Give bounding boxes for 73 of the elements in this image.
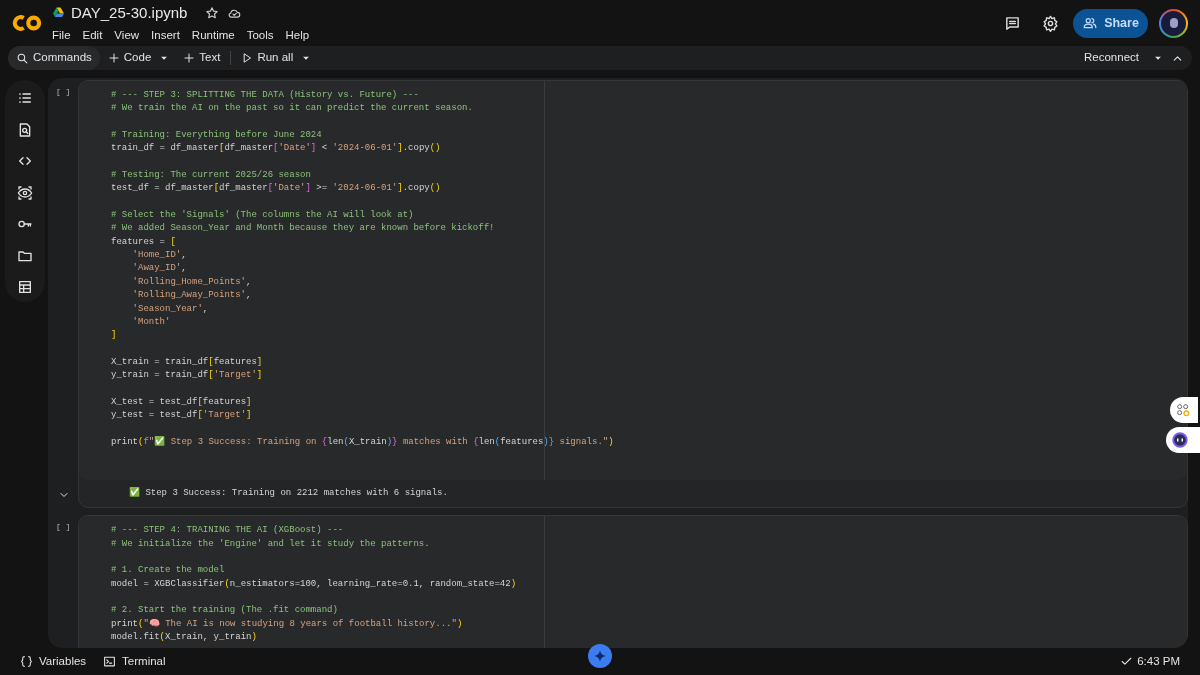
code-line: 'Away_ID',: [131, 262, 187, 276]
settings-icon[interactable]: [1042, 14, 1059, 32]
code-line: # 1. Create the model: [111, 564, 225, 578]
code-line: X_train = train_df[features]: [111, 355, 263, 369]
table-icon[interactable]: [17, 279, 33, 295]
braces-icon: [20, 655, 33, 668]
code-line: # Testing: The current 2025/26 season: [111, 169, 311, 183]
code-line: # 2. Start the training (The .fit command): [111, 604, 338, 618]
code-line: model.fit(X_train, y_train): [111, 631, 257, 645]
assistant-button[interactable]: [1166, 427, 1200, 453]
menu-item[interactable]: Tools: [246, 27, 274, 45]
add-text-button[interactable]: Text: [177, 46, 227, 70]
code-line: # We train the AI on the past so it can predict the current season.: [111, 102, 473, 116]
code-line: 'Month': [131, 315, 171, 329]
avatar[interactable]: [1159, 8, 1188, 38]
terminal-icon: [103, 655, 117, 668]
menu-item[interactable]: Help: [285, 27, 310, 45]
code-line: 'Rolling_Home_Points',: [131, 275, 252, 289]
code-line: 'Season_Year',: [131, 302, 209, 316]
run-indicator[interactable]: [ ]: [48, 515, 78, 534]
plus-icon: [183, 52, 196, 64]
code-line: y_train = train_df['Target']: [111, 369, 263, 383]
code-line: print("🧠 The AI is now studying 8 years of football history..."): [111, 617, 463, 631]
check-icon: [1120, 655, 1134, 668]
share-button[interactable]: Share: [1073, 8, 1148, 38]
code-line: # We initialize the 'Engine' and let it study the patterns.: [111, 537, 430, 551]
menu-item[interactable]: Insert: [151, 27, 180, 45]
plus-icon: [107, 52, 120, 64]
run-indicator[interactable]: [ ]: [48, 80, 78, 98]
code-line: y_test = test_df['Target']: [111, 409, 252, 423]
code-line: 'Rolling_Away_Points',: [131, 289, 252, 303]
comment-icon[interactable]: [1004, 14, 1021, 32]
code-line: X_test = test_df[features]: [111, 395, 252, 409]
drive-icon: [52, 6, 65, 19]
run-all-button[interactable]: Run all: [235, 46, 300, 70]
code-line: 'Home_ID',: [131, 249, 187, 263]
code-line: model = XGBClassifier(n_estimators=100, learning_rate=0.1, random_state=42): [111, 577, 517, 591]
apps-icon: [1175, 402, 1191, 418]
people-icon: [1082, 16, 1099, 30]
table-of-contents-icon[interactable]: [17, 90, 33, 106]
status-time: 6:43 PM: [1137, 653, 1180, 669]
code-line: train_df = df_master[df_master['Date'] < '2024-06-01'].copy(): [111, 142, 441, 156]
menu-item[interactable]: File: [52, 27, 71, 45]
code-line: ]: [111, 329, 117, 343]
code-line: test_df = df_master[df_master['Date'] >= '2024-06-01'].copy(): [111, 182, 441, 196]
code-line: print(f"✅ Step 3 Success: Training on {len(X_train)} matches with {len(features)} signals."): [111, 435, 614, 449]
notebook-title[interactable]: DAY_25-30.ipynb: [71, 1, 188, 25]
terminal-button[interactable]: Terminal: [103, 652, 166, 671]
code-line: # --- STEP 4: TRAINING THE AI (XGBoost) ---: [111, 524, 344, 538]
code-line: # We added Season_Year and Month because they are known before kickoff!: [111, 222, 495, 236]
robot-face-icon: [1171, 431, 1189, 449]
code-line: # Select the 'Signals' (The columns the AI will look at): [111, 209, 414, 223]
gemini-button[interactable]: [588, 644, 612, 668]
code-line: # --- STEP 3: SPLITTING THE DATA (History vs. Future) ---: [111, 89, 419, 102]
reconnect-button[interactable]: Reconnect: [1080, 49, 1143, 67]
apps-button[interactable]: [1170, 397, 1198, 423]
search-icon: [16, 51, 29, 65]
menu-item[interactable]: View: [114, 27, 140, 45]
code-line: # Training: Everything before June 2024: [111, 129, 322, 143]
sparkle-icon: [594, 650, 606, 662]
eye-icon[interactable]: [17, 184, 33, 201]
commands-button[interactable]: Commands: [8, 46, 100, 70]
code-line: features = [: [111, 235, 176, 249]
menu-item[interactable]: Edit: [82, 27, 103, 45]
output-text: ✅ Step 3 Success: Training on 2212 matches with 6 signals.: [129, 487, 448, 501]
menu-item[interactable]: Runtime: [191, 27, 235, 45]
logo-icon: [12, 13, 42, 33]
star-icon[interactable]: [205, 5, 220, 20]
add-code-button[interactable]: Code: [101, 46, 158, 70]
variables-button[interactable]: Variables: [20, 652, 87, 671]
find-icon[interactable]: [17, 121, 33, 138]
code-editor[interactable]: [79, 516, 1187, 648]
play-icon: [241, 52, 254, 64]
